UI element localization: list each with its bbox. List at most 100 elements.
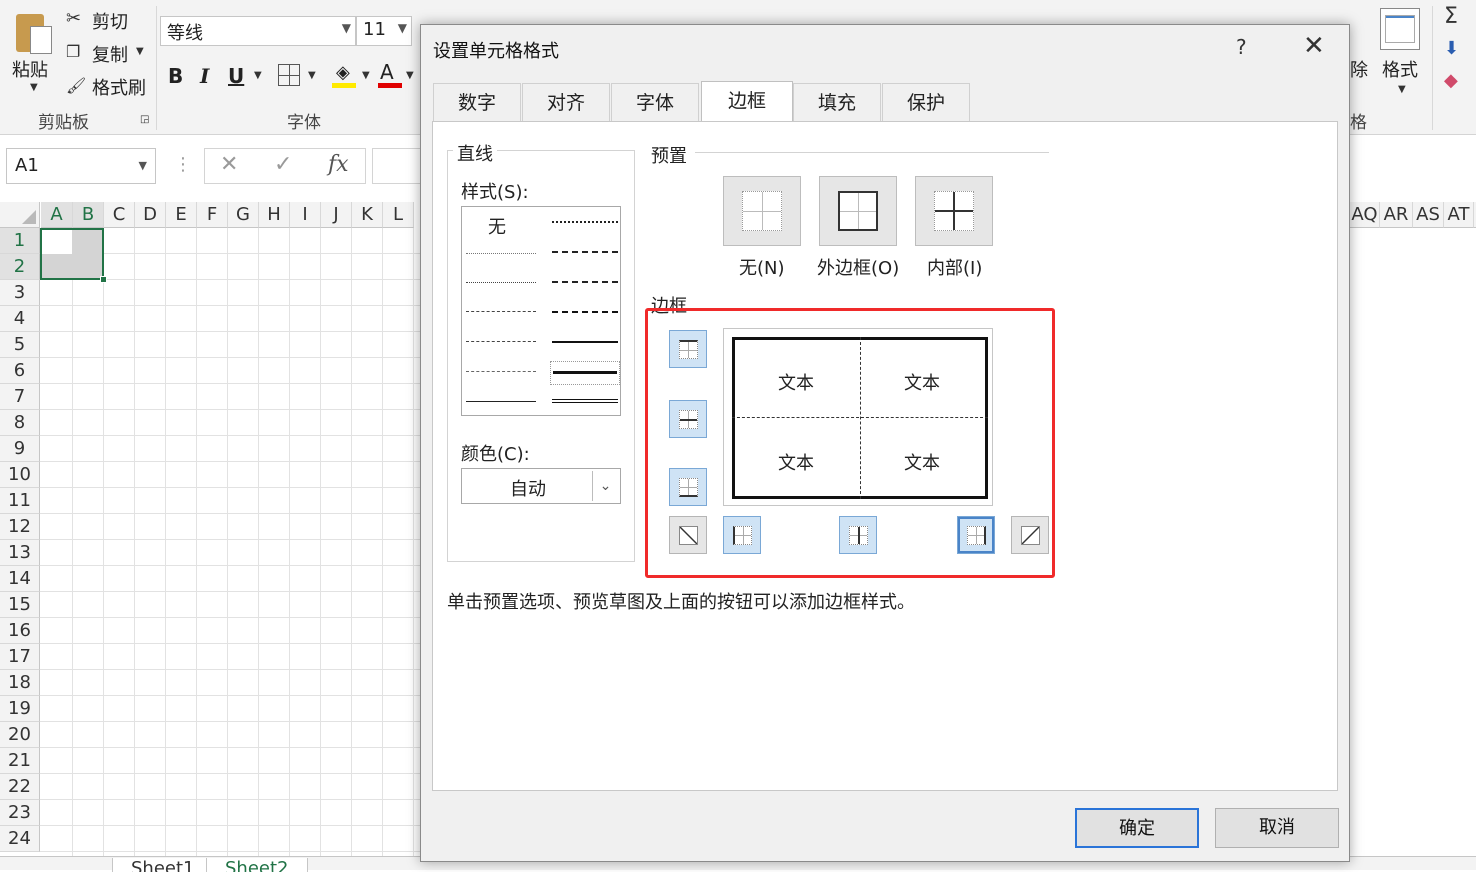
tab-number[interactable]: 数字 — [433, 83, 521, 121]
cut-button[interactable]: 剪切 — [92, 8, 128, 34]
row-header[interactable]: 7 — [0, 384, 40, 410]
tab-font[interactable]: 字体 — [611, 83, 699, 121]
row-header[interactable]: 18 — [0, 670, 40, 696]
name-box[interactable]: A1 ▼ — [6, 148, 156, 184]
fill-down-icon[interactable]: ⬇ — [1444, 38, 1459, 59]
tab-border[interactable]: 边框 — [701, 81, 793, 123]
tab-alignment[interactable]: 对齐 — [522, 83, 610, 121]
select-all-corner[interactable] — [0, 202, 40, 228]
cancel-button[interactable]: 取消 — [1215, 808, 1339, 848]
bold-button[interactable]: B — [168, 64, 183, 88]
help-button[interactable]: ? — [1236, 35, 1247, 59]
chevron-down-icon[interactable]: ⌄ — [592, 471, 618, 501]
border-diagonal-down-button[interactable] — [1011, 516, 1049, 554]
paste-dropdown-icon[interactable]: ▼ — [30, 82, 38, 93]
line-style-thin[interactable] — [466, 401, 536, 402]
font-color-dropdown-icon[interactable]: ▼ — [406, 70, 414, 81]
cut-icon[interactable]: ✂ — [66, 8, 81, 29]
format-cells-icon[interactable] — [1380, 8, 1420, 50]
row-header[interactable]: 5 — [0, 332, 40, 358]
line-style-medium-dashed[interactable] — [552, 311, 618, 313]
font-size-select[interactable]: 11 ▼ — [356, 16, 412, 46]
preset-inside-button[interactable] — [915, 176, 993, 246]
paste-button[interactable]: 粘贴 — [12, 56, 48, 82]
line-style-double[interactable] — [552, 399, 618, 403]
paste-icon[interactable] — [14, 8, 54, 54]
column-header[interactable]: H — [259, 202, 290, 228]
border-bottom-button[interactable] — [669, 468, 707, 506]
close-button[interactable]: ✕ — [1303, 31, 1325, 61]
line-style-thick[interactable] — [550, 361, 620, 385]
row-header[interactable]: 11 — [0, 488, 40, 514]
column-header[interactable]: A — [41, 202, 73, 228]
column-header[interactable]: AT — [1444, 202, 1474, 228]
line-style-medium[interactable] — [552, 341, 618, 343]
row-header[interactable]: 13 — [0, 540, 40, 566]
italic-button[interactable]: I — [200, 64, 209, 88]
line-style-dash-dot-dot[interactable] — [466, 311, 536, 312]
border-inside-vertical-button[interactable] — [839, 516, 877, 554]
row-header[interactable]: 15 — [0, 592, 40, 618]
column-header[interactable]: AS — [1413, 202, 1444, 228]
line-style-medium-dash-dot-dot[interactable] — [552, 221, 618, 223]
line-style-dashed-thin[interactable] — [466, 371, 536, 372]
line-style-medium-dash-dot[interactable] — [552, 281, 618, 283]
row-header[interactable]: 16 — [0, 618, 40, 644]
border-left-button[interactable] — [723, 516, 761, 554]
active-cell[interactable] — [42, 230, 72, 254]
border-inside-horizontal-button[interactable] — [669, 400, 707, 438]
border-diagonal-up-button[interactable] — [669, 516, 707, 554]
format-painter-icon[interactable]: 🖌 — [66, 76, 86, 95]
border-right-button[interactable] — [957, 516, 995, 554]
underline-dropdown-icon[interactable]: ▼ — [254, 70, 262, 81]
format-painter-button[interactable]: 格式刷 — [92, 74, 146, 100]
row-header[interactable]: 1 — [0, 228, 40, 254]
column-header[interactable]: AQ — [1350, 202, 1380, 228]
row-header[interactable]: 23 — [0, 800, 40, 826]
line-style-slanted-dash-dot[interactable] — [552, 251, 618, 253]
column-header[interactable]: AR — [1380, 202, 1413, 228]
row-header[interactable]: 22 — [0, 774, 40, 800]
line-style-none[interactable]: 无 — [488, 213, 506, 239]
column-header[interactable]: B — [73, 202, 104, 228]
confirm-entry-icon[interactable]: ✓ — [274, 152, 292, 177]
font-name-select[interactable]: 等线 ▼ — [160, 16, 356, 46]
row-header[interactable]: 2 — [0, 254, 40, 280]
row-header[interactable]: 8 — [0, 410, 40, 436]
tab-fill[interactable]: 填充 — [793, 83, 881, 121]
column-header[interactable]: D — [135, 202, 166, 228]
format-button[interactable]: 格式 — [1382, 56, 1418, 82]
fill-color-icon[interactable]: ◈ — [332, 60, 356, 88]
column-header[interactable]: I — [290, 202, 321, 228]
borders-icon[interactable] — [278, 64, 300, 86]
insert-function-icon[interactable]: fx — [328, 152, 349, 177]
border-preview[interactable]: 文本 文本 文本 文本 — [723, 328, 993, 506]
ok-button[interactable]: 确定 — [1075, 808, 1199, 848]
column-header[interactable]: K — [352, 202, 383, 228]
row-header[interactable]: 9 — [0, 436, 40, 462]
copy-icon[interactable]: ❐ — [66, 42, 80, 61]
tab-protection[interactable]: 保护 — [882, 83, 970, 121]
row-header[interactable]: 24 — [0, 826, 40, 852]
row-header[interactable]: 4 — [0, 306, 40, 332]
column-header[interactable]: J — [321, 202, 352, 228]
row-header[interactable]: 14 — [0, 566, 40, 592]
format-dropdown-icon[interactable]: ▼ — [1398, 84, 1406, 95]
row-header[interactable]: 20 — [0, 722, 40, 748]
autosum-icon[interactable]: Σ — [1444, 4, 1458, 29]
fill-dropdown-icon[interactable]: ▼ — [362, 70, 370, 81]
cancel-entry-icon[interactable]: ✕ — [220, 152, 238, 177]
row-header[interactable]: 12 — [0, 514, 40, 540]
underline-button[interactable]: U — [228, 64, 244, 88]
column-header[interactable]: G — [228, 202, 259, 228]
line-style-dotted[interactable] — [466, 282, 536, 283]
row-header[interactable]: 17 — [0, 644, 40, 670]
borders-dropdown-icon[interactable]: ▼ — [308, 70, 316, 81]
fill-handle[interactable] — [100, 276, 107, 283]
column-header[interactable]: C — [104, 202, 135, 228]
line-style-list[interactable]: 无 — [461, 206, 621, 416]
column-header[interactable]: L — [383, 202, 414, 228]
line-style-hair[interactable] — [466, 253, 536, 254]
copy-button[interactable]: 复制 — [92, 41, 128, 67]
row-header[interactable]: 10 — [0, 462, 40, 488]
